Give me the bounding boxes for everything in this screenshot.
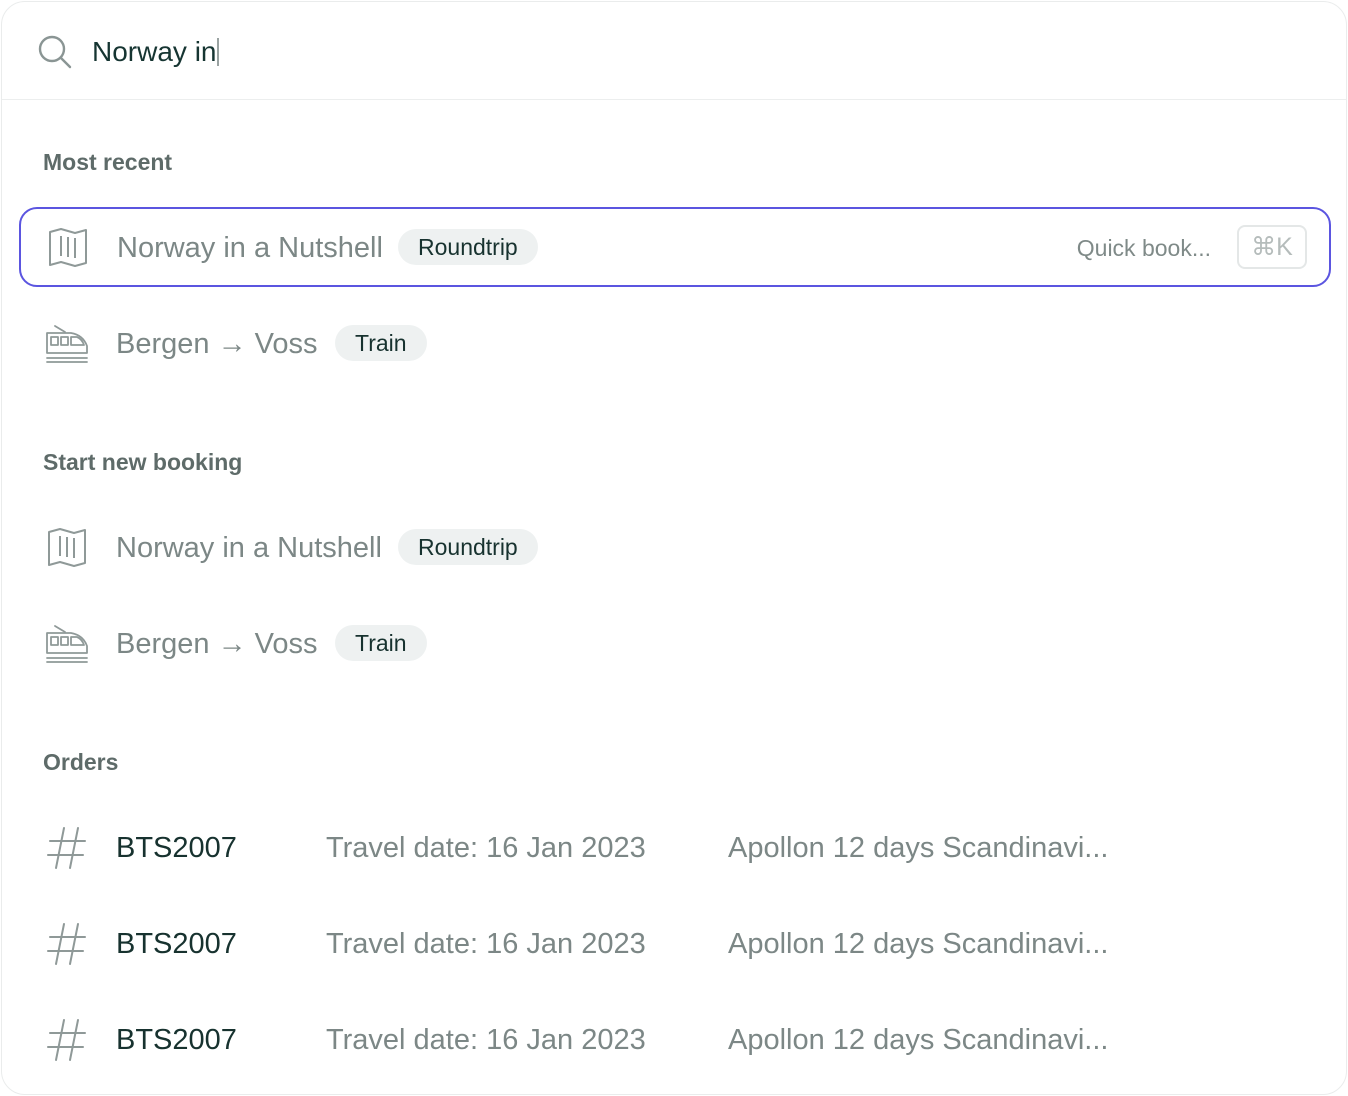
order-description: Apollon 12 days Scandinavi... — [728, 928, 1109, 960]
hash-icon — [47, 826, 87, 870]
recent-item-label: Bergen → Voss — [116, 328, 318, 360]
search-input[interactable]: Norway in — [92, 35, 220, 69]
section-title-orders: Orders — [43, 749, 119, 775]
map-icon — [45, 526, 89, 570]
search-input-value: Norway in — [92, 36, 217, 67]
type-badge: Train — [335, 325, 427, 361]
quick-book-hint[interactable]: Quick book... — [1077, 231, 1211, 265]
search-bar[interactable]: Norway in — [2, 2, 1346, 100]
order-travel-date: Travel date: 16 Jan 2023 — [326, 832, 646, 864]
order-travel-date: Travel date: 16 Jan 2023 — [326, 928, 646, 960]
recent-item-bergen-voss[interactable]: Bergen → Voss Train — [19, 304, 1331, 384]
recent-item-label: Norway in a Nutshell — [117, 232, 383, 264]
shortcut-key: ⌘K — [1237, 225, 1307, 269]
map-icon — [46, 226, 90, 270]
train-icon — [45, 322, 89, 366]
new-booking-item-norway-nutshell[interactable]: Norway in a Nutshell Roundtrip — [19, 508, 1331, 588]
type-badge: Roundtrip — [398, 529, 538, 565]
search-icon — [37, 34, 73, 70]
type-badge: Train — [335, 625, 427, 661]
new-booking-item-bergen-voss[interactable]: Bergen → Voss Train — [19, 604, 1331, 684]
train-icon — [45, 622, 89, 666]
hash-icon — [47, 922, 87, 966]
hash-icon — [47, 1018, 87, 1062]
new-booking-item-label: Norway in a Nutshell — [116, 532, 382, 564]
order-id: BTS2007 — [116, 928, 237, 960]
order-travel-date: Travel date: 16 Jan 2023 — [326, 1024, 646, 1056]
command-palette: Norway in Most recent Norway in a Nutshe… — [1, 1, 1347, 1095]
new-booking-item-label: Bergen → Voss — [116, 628, 318, 660]
order-id: BTS2007 — [116, 1024, 237, 1056]
order-row[interactable]: BTS2007 Travel date: 16 Jan 2023 Apollon… — [19, 808, 1331, 888]
section-title-start-new-booking: Start new booking — [43, 449, 243, 475]
order-row[interactable]: BTS2007 Travel date: 16 Jan 2023 Apollon… — [19, 904, 1331, 984]
order-description: Apollon 12 days Scandinavi... — [728, 832, 1109, 864]
order-description: Apollon 12 days Scandinavi... — [728, 1024, 1109, 1056]
order-row[interactable]: BTS2007 Travel date: 16 Jan 2023 Apollon… — [19, 1000, 1331, 1080]
type-badge: Roundtrip — [398, 229, 538, 265]
recent-item-norway-nutshell[interactable]: Norway in a Nutshell Roundtrip Quick boo… — [19, 207, 1331, 287]
text-caret — [217, 38, 220, 66]
order-id: BTS2007 — [116, 832, 237, 864]
section-title-most-recent: Most recent — [43, 149, 173, 175]
